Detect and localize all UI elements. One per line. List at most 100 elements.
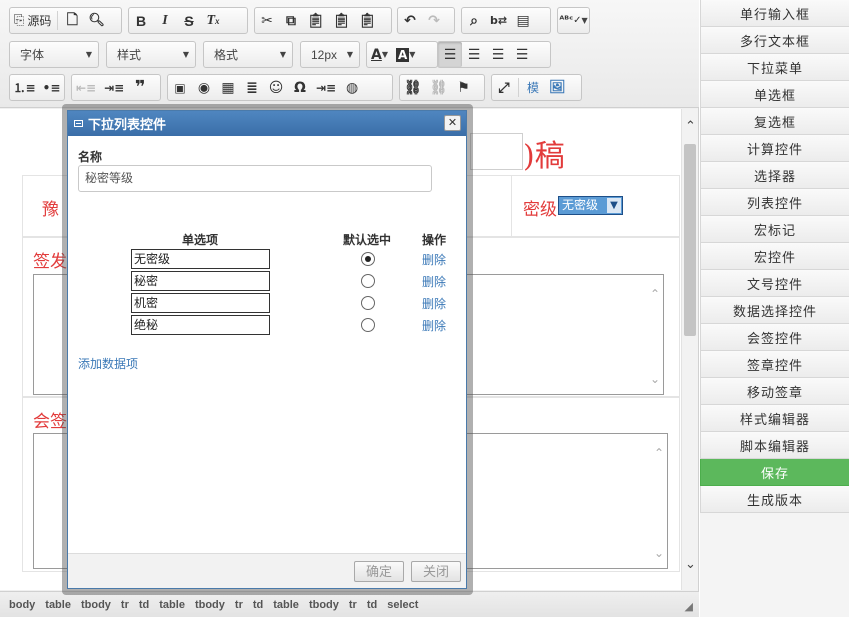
copy-icon[interactable]: ⧉	[279, 8, 303, 33]
remove-format-icon[interactable]: Tx	[201, 8, 225, 33]
option-value-input[interactable]: 无密级	[131, 249, 270, 269]
scroll-up-icon[interactable]: ⌃	[683, 119, 698, 134]
iframe-icon[interactable]: ◍	[340, 75, 364, 100]
palette-item[interactable]: 下拉菜单	[700, 54, 849, 81]
palette-item[interactable]: 宏标记	[700, 216, 849, 243]
link-icon[interactable]: ⛓	[400, 75, 426, 100]
outdent-icon[interactable]: ⇤≡	[72, 75, 100, 100]
option-value-input[interactable]: 秘密	[131, 271, 270, 291]
delete-option-link[interactable]: 删除	[422, 295, 446, 312]
path-crumb[interactable]: select	[387, 599, 418, 611]
palette-item[interactable]: 多行文本框	[700, 27, 849, 54]
replace-icon[interactable]: b⇄	[486, 8, 511, 33]
font-family-select[interactable]: 字体 ▼	[9, 41, 99, 68]
align-center-icon[interactable]: ☰	[462, 42, 486, 67]
close-button[interactable]: 关闭	[411, 561, 461, 582]
palette-item[interactable]: 移动签章	[700, 378, 849, 405]
default-radio[interactable]	[361, 318, 375, 332]
picture-icon[interactable]: 🖼︎	[545, 75, 570, 100]
resize-grip-icon[interactable]: ◢	[685, 600, 693, 613]
align-right-icon[interactable]: ☰	[486, 42, 510, 67]
path-crumb[interactable]: body	[9, 599, 35, 611]
horizontal-rule-icon[interactable]: ≣	[240, 75, 264, 100]
blockquote-icon[interactable]: ❞	[128, 75, 152, 100]
paste-icon[interactable]: 📋︎	[303, 8, 329, 33]
add-item-link[interactable]: 添加数据项	[78, 355, 138, 372]
path-crumb[interactable]: table	[273, 599, 299, 611]
flash-icon[interactable]: ◉	[192, 75, 216, 100]
page-break-icon[interactable]: ⇥≡	[312, 75, 340, 100]
path-crumb[interactable]: tr	[121, 599, 129, 611]
source-button[interactable]: ⎘ 源码	[10, 8, 55, 33]
confirm-button[interactable]: 确定	[354, 561, 404, 582]
redo-icon[interactable]: ↷	[422, 8, 446, 33]
palette-item[interactable]: 脚本编辑器	[700, 432, 849, 459]
palette-item[interactable]: 宏控件	[700, 243, 849, 270]
table-icon[interactable]: ▦	[216, 75, 240, 100]
path-crumb[interactable]: tbody	[81, 599, 111, 611]
bold-icon[interactable]: B	[129, 8, 153, 33]
palette-item[interactable]: 会签控件	[700, 324, 849, 351]
strikethrough-icon[interactable]: S	[177, 8, 201, 33]
path-crumb[interactable]: tr	[235, 599, 243, 611]
smiley-icon[interactable]: ☺	[264, 75, 288, 100]
spellcheck-icon[interactable]: ᴬᴮᶜ✓ ▼	[558, 8, 589, 33]
palette-item[interactable]: 列表控件	[700, 189, 849, 216]
path-crumb[interactable]: table	[45, 599, 71, 611]
name-input[interactable]: 秘密等级	[78, 165, 432, 192]
path-crumb[interactable]: tbody	[309, 599, 339, 611]
palette-item[interactable]: 计算控件	[700, 135, 849, 162]
palette-item[interactable]: 生成版本	[700, 486, 849, 513]
close-icon[interactable]: ✕	[444, 115, 461, 131]
image-icon[interactable]: ▣	[168, 75, 192, 100]
path-crumb[interactable]: td	[139, 599, 149, 611]
palette-item[interactable]: 文号控件	[700, 270, 849, 297]
italic-icon[interactable]: I	[153, 8, 177, 33]
path-crumb[interactable]: tr	[349, 599, 357, 611]
scroll-down-icon[interactable]: ⌄	[683, 557, 698, 572]
path-crumb[interactable]: td	[367, 599, 377, 611]
style-select[interactable]: 样式 ▼	[106, 41, 196, 68]
palette-item[interactable]: 数据选择控件	[700, 297, 849, 324]
preview-icon[interactable]: 🔍︎	[84, 8, 109, 33]
undo-icon[interactable]: ↶	[398, 8, 422, 33]
align-left-icon[interactable]: ☰	[438, 42, 462, 67]
special-char-icon[interactable]: Ω	[288, 75, 312, 100]
default-radio[interactable]	[361, 296, 375, 310]
palette-item[interactable]: 选择器	[700, 162, 849, 189]
scrollbar-thumb[interactable]	[684, 144, 696, 336]
palette-item[interactable]: 签章控件	[700, 351, 849, 378]
paste-text-icon[interactable]: 📋︎	[329, 8, 355, 33]
cut-icon[interactable]: ✂	[255, 8, 279, 33]
unlink-icon[interactable]: ⛓	[426, 75, 452, 100]
default-radio[interactable]	[361, 274, 375, 288]
document-scrollbar[interactable]: ⌃ ⌄	[681, 109, 698, 590]
maximize-icon[interactable]: ⤢	[492, 75, 516, 100]
numbered-list-icon[interactable]: ⒈≡	[10, 75, 39, 100]
path-crumb[interactable]: table	[159, 599, 185, 611]
select-all-icon[interactable]: ▤	[511, 8, 535, 33]
palette-item[interactable]: 单行输入框	[700, 0, 849, 27]
delete-option-link[interactable]: 删除	[422, 251, 446, 268]
dialog-titlebar[interactable]: 下拉列表控件 ✕	[68, 111, 466, 136]
palette-item[interactable]: 保存	[700, 459, 849, 486]
format-select[interactable]: 格式 ▼	[203, 41, 293, 68]
template-button[interactable]: 模	[521, 75, 545, 100]
palette-item[interactable]: 单选框	[700, 81, 849, 108]
bulleted-list-icon[interactable]: •≡	[39, 75, 64, 100]
text-color-icon[interactable]: A ▼	[367, 42, 392, 67]
new-page-icon[interactable]: 🗋	[60, 8, 84, 33]
option-value-input[interactable]: 绝秘	[131, 315, 270, 335]
indent-icon[interactable]: ⇥≡	[100, 75, 128, 100]
find-icon[interactable]: ⌕	[462, 8, 486, 33]
path-crumb[interactable]: tbody	[195, 599, 225, 611]
path-crumb[interactable]: td	[253, 599, 263, 611]
paste-word-icon[interactable]: 📋︎	[355, 8, 381, 33]
palette-item[interactable]: 样式编辑器	[700, 405, 849, 432]
anchor-flag-icon[interactable]: ⚑	[452, 75, 476, 100]
background-color-icon[interactable]: A ▼	[392, 42, 419, 67]
delete-option-link[interactable]: 删除	[422, 273, 446, 290]
font-size-select[interactable]: 12px ▼	[300, 41, 360, 68]
option-value-input[interactable]: 机密	[131, 293, 270, 313]
align-justify-icon[interactable]: ☰	[510, 42, 534, 67]
